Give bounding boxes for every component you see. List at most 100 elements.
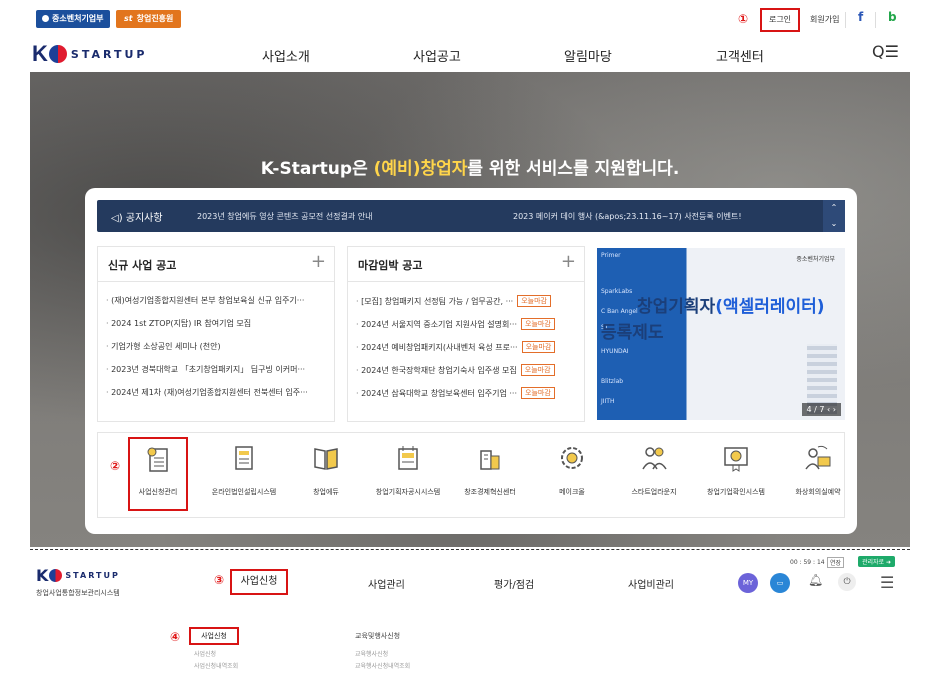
list-item[interactable]: 2024년 예비창업패키지(사내벤처 육성 프로···오늘마감	[356, 341, 580, 364]
manager-button[interactable]: 관리자로 ➜	[858, 556, 896, 567]
list-item[interactable]: [모집] 창업패키지 선정팀 가능 / 업무공간, ···오늘마감	[356, 295, 580, 318]
hero-title: K-Startup은 (예비)창업자를 위한 서비스를 지원합니다.	[260, 159, 680, 179]
deadline-tag: 오늘마감	[521, 318, 555, 330]
nav-item-notices[interactable]: 알림마당	[564, 46, 612, 65]
quick-item-accelerator-disclosure[interactable]: 창업기획자공시시스템	[368, 443, 448, 497]
quick-menu: ② 사업신청관리 온라인법인설립시스템 창업에듀 창업기획자공시시스템 창조경제…	[97, 432, 845, 518]
logo-k: K	[32, 41, 48, 66]
signup-link[interactable]: 회원가입	[810, 14, 839, 25]
submenu-heading[interactable]: 교육및행사신청	[355, 631, 400, 641]
session-timer: 00 : 59 : 14	[790, 559, 825, 566]
logo-word: STARTUP	[70, 47, 148, 61]
menu-business-management[interactable]: 사업관리	[368, 576, 405, 591]
banner-headline-2: 등록제도	[601, 323, 664, 343]
my-icon[interactable]: MY	[738, 573, 758, 593]
chevron-down-icon[interactable]: ⌄	[823, 216, 845, 232]
folder-icon[interactable]: ▭	[770, 573, 790, 593]
facebook-icon[interactable]: f	[858, 10, 863, 24]
building-doc-icon	[235, 446, 253, 470]
new-announcements-panel: 신규 사업 공고 + (재)여성기업종합지원센터 본부 창업보육실 신규 입주기…	[97, 246, 335, 422]
power-icon[interactable]: ⏻	[838, 573, 856, 591]
nav-item-announcements[interactable]: 사업공고	[413, 46, 461, 65]
chevron-up-icon[interactable]: ⌃	[823, 200, 845, 216]
logo-circle-icon	[48, 45, 67, 63]
k-startup-logo-small[interactable]: K STARTUP	[36, 566, 120, 585]
promo-banner[interactable]: Primer SparkLabs C Ban Angel ST HYUNDAI …	[597, 248, 845, 420]
list-item[interactable]: 2024년 제1차 (재)여성기업종합지원센터 전북센터 입주···	[106, 387, 330, 410]
quick-item-startup-lounge[interactable]: 스타트업라운지	[614, 443, 694, 497]
extend-session-button[interactable]: 연장	[827, 557, 845, 568]
banner-ministry: 중소벤처기업부	[796, 256, 835, 263]
login-button[interactable]: 로그인	[760, 8, 800, 32]
submenu-item[interactable]: 교육행사신청내역조회	[355, 661, 410, 670]
more-plus-icon[interactable]: +	[561, 251, 576, 272]
utility-bar: 중소벤처기업부 st 창업진흥원 ① 로그인 회원가입 f b	[30, 8, 910, 32]
system-subtitle: 창업사업통합정보관리시스템	[36, 589, 120, 597]
logo-circle-icon	[49, 569, 63, 582]
kised-link[interactable]: st 창업진흥원	[116, 10, 182, 28]
logo-k: K	[36, 566, 49, 585]
application-doc-icon	[147, 447, 168, 472]
bell-icon[interactable]: 🔔︎	[808, 573, 823, 587]
notice-label[interactable]: ◁) 공지사항	[111, 209, 163, 224]
notice-scroll-arrows[interactable]: ⌃ ⌄	[823, 200, 845, 232]
list-item[interactable]: 기업가형 소상공인 세미나 (천안)	[106, 341, 330, 364]
nav-item-business-intro[interactable]: 사업소개	[262, 46, 310, 65]
list-item[interactable]: 2023년 경북대학교 「초기창업패키지」 딥구빙 이커머···	[106, 364, 330, 387]
quick-item-startup-edu[interactable]: 창업에듀	[286, 443, 366, 497]
deadline-tag: 오늘마감	[520, 364, 555, 376]
menu-budget-management[interactable]: 사업비관리	[628, 576, 674, 591]
step-marker-1: ①	[738, 12, 749, 26]
video-meeting-icon	[805, 445, 831, 470]
divider	[98, 281, 334, 282]
chevron-right-icon: ›	[832, 405, 836, 414]
quick-item-video-meeting[interactable]: 화상회의실예약	[778, 443, 858, 497]
quick-item-label: 화상회의실예약	[795, 488, 841, 496]
kised-logo-icon: st	[124, 14, 133, 23]
menu-business-application[interactable]: 사업신청	[230, 569, 288, 595]
quick-item-online-incorporation[interactable]: 온라인법인설립시스템	[204, 443, 284, 497]
quick-item-label: 창업기업확인시스템	[707, 488, 765, 496]
submenu-item[interactable]: 사업신청내역조회	[194, 661, 238, 670]
quick-item-makeall[interactable]: 메이크올	[532, 443, 612, 497]
people-icon	[642, 447, 667, 470]
nav-item-customer-center[interactable]: 고객센터	[716, 46, 764, 65]
divider	[845, 12, 846, 28]
submenu-item[interactable]: 교육행사신청	[355, 649, 388, 658]
search-menu-icon[interactable]: Q☰	[872, 42, 899, 61]
submenu-item[interactable]: 사업신청	[194, 649, 216, 658]
main-card: ◁) 공지사항 2023년 창업에듀 영상 콘텐츠 공모전 선정결과 안내 20…	[85, 188, 857, 534]
gear-icon	[561, 447, 583, 469]
banner-logo: SparkLabs	[601, 288, 633, 295]
ministry-link[interactable]: 중소벤처기업부	[36, 10, 110, 28]
quick-item-application-mgmt[interactable]: 사업신청관리	[128, 437, 188, 511]
menu-icon[interactable]: ☰	[880, 573, 894, 592]
kised-label: 창업진흥원	[136, 14, 174, 23]
hero-section: K-Startup은 (예비)창업자를 위한 서비스를 지원합니다. ◁) 공지…	[30, 72, 910, 547]
quick-item-startup-verification[interactable]: 창업기업확인시스템	[696, 443, 776, 497]
step-marker-4: ④	[170, 630, 181, 644]
quick-item-creative-economy-center[interactable]: 창조경제혁신센터	[450, 443, 530, 497]
certificate-icon	[724, 447, 748, 472]
notice-item[interactable]: 2023년 창업에듀 영상 콘텐츠 공모전 선정결과 안내	[197, 211, 372, 222]
quick-item-label: 창업기획자공시시스템	[375, 488, 441, 496]
deadline-tag: 오늘마감	[521, 341, 556, 353]
list-item[interactable]: 2024년 삼육대학교 창업보육센터 입주기업 ···오늘마감	[356, 387, 580, 410]
banner-logo: HYUNDAI	[601, 348, 629, 355]
list-item[interactable]: 2024 1st ZTOP(지탑) IR 참여기업 모집	[106, 318, 330, 341]
more-plus-icon[interactable]: +	[311, 251, 326, 272]
section-divider	[30, 549, 910, 550]
list-item[interactable]: 2024년 서울지역 중소기업 지원사업 설명회···오늘마감	[356, 318, 580, 341]
k-startup-logo[interactable]: K STARTUP	[32, 41, 148, 66]
ministry-label: 중소벤처기업부	[52, 14, 104, 23]
notice-item[interactable]: 2023 메이커 데이 행사 (&apos;23.11.16~17) 사전등록 …	[513, 211, 742, 222]
banner-pager[interactable]: 4 / 7 ‹ ›	[801, 403, 841, 416]
quick-item-label: 스타트업라운지	[631, 488, 677, 496]
blog-icon[interactable]: b	[888, 10, 897, 24]
logo-word: STARTUP	[65, 571, 120, 580]
banner-logo: JIITH	[601, 398, 615, 405]
list-item[interactable]: 2024년 한국장학재단 창업기숙사 입주생 모집오늘마감	[356, 364, 580, 387]
list-item[interactable]: (재)여성기업종합지원센터 본부 창업보육실 신규 입주기···	[106, 295, 330, 318]
submenu-business-application[interactable]: 사업신청	[189, 627, 239, 645]
menu-evaluation[interactable]: 평가/점검	[494, 576, 534, 591]
